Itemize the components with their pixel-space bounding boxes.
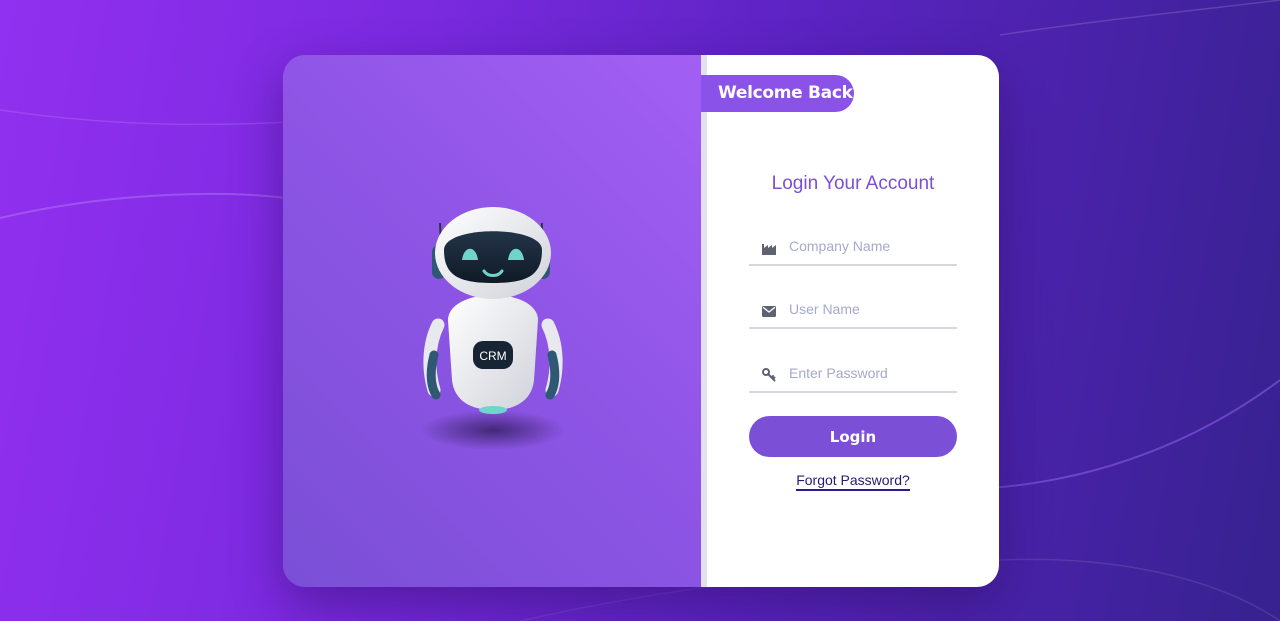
- key-icon: [749, 355, 789, 391]
- forgot-password-link[interactable]: Forgot Password?: [796, 472, 910, 491]
- login-title: Login Your Account: [771, 173, 935, 194]
- username-input[interactable]: [789, 291, 949, 327]
- robot-chest-label: CRM: [479, 349, 506, 363]
- password-input[interactable]: [789, 355, 949, 391]
- welcome-badge: Welcome Back: [701, 75, 854, 112]
- login-panel: Login Your Account Company Name User Nam…: [707, 55, 999, 587]
- factory-icon: [749, 228, 789, 264]
- illustration-panel: CRM: [283, 55, 701, 587]
- envelope-icon: [749, 291, 789, 327]
- forgot-password-container: Forgot Password?: [707, 472, 999, 491]
- company-field: [749, 228, 957, 266]
- login-button[interactable]: Login: [749, 416, 957, 457]
- username-field: [749, 291, 957, 329]
- robot-illustration: CRM: [421, 207, 565, 450]
- company-name-input[interactable]: [789, 228, 949, 264]
- login-card: CRM Login Your Account Company Name User…: [283, 55, 999, 587]
- password-field: [749, 355, 957, 393]
